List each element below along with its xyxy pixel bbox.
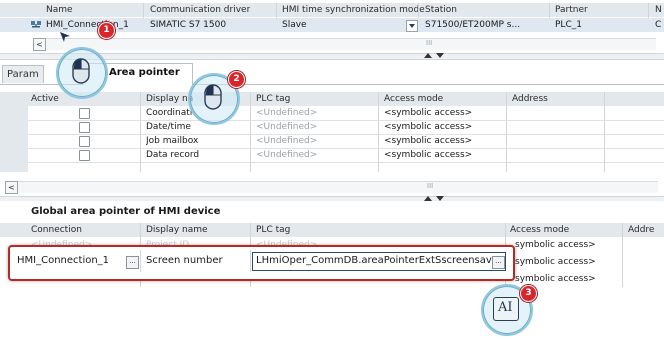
- plc-tag-cell[interactable]: <Undefined>: [256, 106, 317, 120]
- col-n[interactable]: N: [655, 3, 662, 17]
- col-divider: [140, 92, 141, 172]
- col-connection[interactable]: Connection: [31, 223, 82, 237]
- plc-tag-cell[interactable]: <Undefined>: [256, 148, 317, 162]
- row-header-strip: [0, 106, 28, 172]
- text-cursor-label: AI: [498, 301, 513, 315]
- connection-icon: [30, 20, 42, 30]
- col-display-name[interactable]: Display name: [146, 223, 208, 237]
- access-mode-cell[interactable]: symbolic access>: [515, 272, 596, 286]
- col-name[interactable]: Name: [46, 3, 73, 17]
- mouse-icon: [202, 82, 224, 112]
- display-name-cell[interactable]: Date/time: [146, 120, 191, 134]
- splitter-arrows-icon[interactable]: [421, 195, 447, 202]
- step-badge-1: 1: [98, 22, 115, 39]
- col-display-name[interactable]: Display na: [146, 92, 193, 106]
- sync-mode-value[interactable]: Slave: [282, 18, 307, 32]
- communication-driver[interactable]: SIMATIC S7 1500: [150, 18, 226, 32]
- col-divider: [378, 92, 379, 172]
- plc-tag-browse-button[interactable]: ...: [492, 256, 505, 269]
- col-communication-driver[interactable]: Communication driver: [150, 3, 250, 17]
- section-title: Global area pointer of HMI device: [31, 206, 221, 217]
- col-divider: [250, 92, 251, 172]
- row-divider: [28, 120, 664, 121]
- station-value[interactable]: S71500/ET200MP s...: [425, 18, 520, 32]
- active-checkbox[interactable]: [79, 122, 90, 133]
- display-name-cell[interactable]: Job mailbox: [146, 134, 198, 148]
- scroll-left-button[interactable]: <: [5, 181, 18, 194]
- plc-tag-cell[interactable]: <Undefined>: [256, 134, 317, 148]
- col-divider: [604, 92, 605, 172]
- col-access-mode[interactable]: Access mode: [384, 92, 443, 106]
- active-checkbox[interactable]: [79, 108, 90, 119]
- col-partner[interactable]: Partner: [555, 3, 588, 17]
- col-station[interactable]: Station: [425, 3, 457, 17]
- row-divider: [28, 134, 664, 135]
- access-mode-cell[interactable]: <symbolic access>: [384, 106, 472, 120]
- connection-browse-button[interactable]: ...: [126, 256, 139, 269]
- row-divider: [28, 162, 664, 163]
- splitter-arrows-icon[interactable]: [421, 52, 447, 59]
- access-mode-cell[interactable]: symbolic access>: [515, 238, 596, 252]
- access-mode-cell[interactable]: symbolic access>: [515, 255, 596, 269]
- connection-cell[interactable]: HMI_Connection_1: [17, 254, 109, 268]
- horizontal-scrollbar[interactable]: [46, 38, 656, 50]
- mouse-icon: [70, 56, 92, 86]
- active-checkbox[interactable]: [79, 150, 90, 161]
- partner-value[interactable]: PLC_1: [555, 18, 582, 32]
- col-plc-tag[interactable]: PLC tag: [256, 92, 290, 106]
- col-active[interactable]: Active: [31, 92, 59, 106]
- splitter-bar[interactable]: [0, 196, 664, 201]
- pointer-arrow-icon: [58, 30, 72, 44]
- col-access-mode[interactable]: Access mode: [510, 223, 569, 237]
- access-mode-cell[interactable]: <symbolic access>: [384, 134, 472, 148]
- scroll-thumb-grip[interactable]: III: [426, 36, 432, 50]
- col-plc-tag[interactable]: PLC tag: [256, 223, 290, 237]
- step-badge-2: 2: [228, 71, 245, 88]
- col-divider: [140, 250, 141, 272]
- col-divider: [506, 92, 507, 172]
- tab-parameters[interactable]: Param: [2, 65, 44, 83]
- plc-tag-cell[interactable]: <Undefined>: [256, 120, 317, 134]
- step-badge-3: 3: [520, 285, 537, 302]
- horizontal-scrollbar[interactable]: [18, 181, 658, 193]
- area-pointer-table-header: [0, 92, 664, 106]
- scroll-left-button[interactable]: <: [33, 38, 46, 51]
- access-mode-cell[interactable]: <symbolic access>: [384, 120, 472, 134]
- display-name-cell[interactable]: Coordinati: [146, 106, 192, 120]
- row-divider: [28, 148, 664, 149]
- col-divider: [250, 250, 251, 272]
- col-address[interactable]: Address: [512, 92, 548, 106]
- access-mode-cell[interactable]: <symbolic access>: [384, 148, 472, 162]
- dropdown-arrow-icon[interactable]: [406, 20, 418, 32]
- col-hmi-time-sync-mode[interactable]: HMI time synchronization mode: [282, 3, 425, 17]
- active-checkbox[interactable]: [79, 136, 90, 147]
- col-divider: [622, 223, 623, 287]
- plc-tag-value[interactable]: LHmiOper_CommDB.areaPointerExtSscreensav…: [256, 254, 492, 268]
- display-name-cell[interactable]: Screen number: [146, 254, 223, 268]
- display-name-cell[interactable]: Data record: [146, 148, 199, 162]
- col-address[interactable]: Addre: [628, 223, 654, 237]
- scroll-thumb-grip[interactable]: III: [427, 179, 433, 193]
- extra-value[interactable]: C: [655, 18, 661, 32]
